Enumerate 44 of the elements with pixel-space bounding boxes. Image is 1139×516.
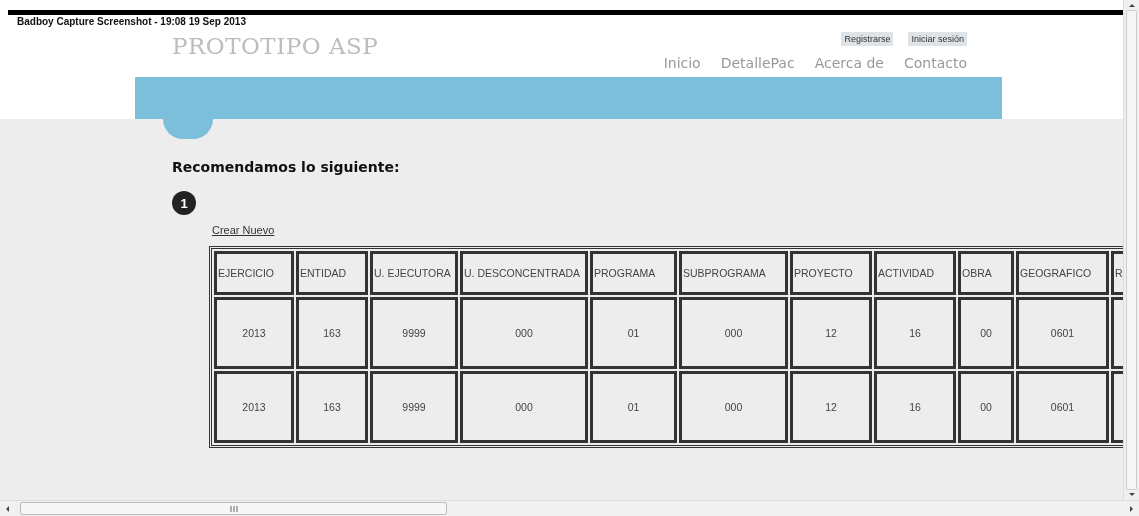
column-header: U. DESCONCENTRADA bbox=[460, 251, 588, 295]
table-cell: 0601 bbox=[1016, 371, 1109, 443]
site-title: PROTOTIPO ASP bbox=[172, 33, 379, 59]
nav-link[interactable]: Contacto bbox=[903, 55, 967, 71]
table-cell: 000 bbox=[679, 297, 788, 369]
create-link[interactable]: Crear Nuevo bbox=[212, 224, 275, 236]
table-cell: 9999 bbox=[370, 371, 458, 443]
section-heading: Recomendamos lo siguiente: bbox=[172, 159, 400, 175]
vertical-scrollbar[interactable] bbox=[1123, 0, 1139, 500]
column-header: SUBPROGRAMA bbox=[679, 251, 788, 295]
table-cell: 000 bbox=[460, 371, 588, 443]
column-header: ACTIVIDAD bbox=[874, 251, 956, 295]
table-cell: 000 bbox=[460, 297, 588, 369]
capture-caption: Badboy Capture Screenshot - 19:08 19 Sep 2013 bbox=[16, 15, 248, 28]
table-cell: 9999 bbox=[370, 297, 458, 369]
table-cell: 01 bbox=[590, 297, 677, 369]
table-cell: 2013 bbox=[214, 371, 294, 443]
table-cell: 01 bbox=[590, 371, 677, 443]
nav-link[interactable]: Acerca de bbox=[814, 55, 884, 71]
column-header: U. EJECUTORA bbox=[370, 251, 458, 295]
nav-link[interactable]: DetallePac bbox=[720, 55, 795, 71]
table-cell: 163 bbox=[296, 297, 368, 369]
step-number: 1 bbox=[172, 191, 196, 215]
table-cell: 000 bbox=[679, 371, 788, 443]
table-cell: 12 bbox=[790, 297, 872, 369]
grip-icon[interactable] bbox=[228, 504, 239, 513]
column-header: EJERCICIO bbox=[214, 251, 294, 295]
column-header: GEOGRAFICO bbox=[1016, 251, 1109, 295]
table-cell: 0601 bbox=[1016, 297, 1109, 369]
column-header: PROYECTO bbox=[790, 251, 872, 295]
table-cell: 16 bbox=[874, 371, 956, 443]
column-header: OBRA bbox=[958, 251, 1014, 295]
horizontal-scrollbar[interactable] bbox=[0, 500, 1139, 516]
account-link[interactable]: Registrarse bbox=[841, 32, 894, 46]
table-cell: 12 bbox=[790, 371, 872, 443]
nav-link[interactable]: Inicio bbox=[663, 55, 701, 71]
table-cell: 00 bbox=[958, 371, 1014, 443]
column-header: ENTIDAD bbox=[296, 251, 368, 295]
table-cell: 163 bbox=[296, 371, 368, 443]
table-cell: 00 bbox=[958, 297, 1014, 369]
column-header: PROGRAMA bbox=[590, 251, 677, 295]
table-cell: 2013 bbox=[214, 297, 294, 369]
account-link[interactable]: Iniciar sesión bbox=[908, 32, 967, 46]
table-cell: 16 bbox=[874, 297, 956, 369]
